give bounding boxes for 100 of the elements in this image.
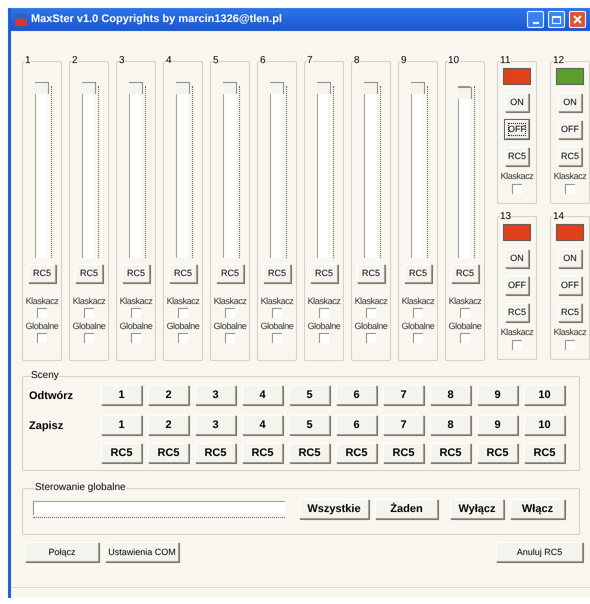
push-button[interactable]: 1 — [101, 385, 142, 405]
push-button[interactable]: RC5 — [430, 443, 471, 463]
slider-thumb[interactable] — [223, 82, 237, 94]
vertical-slider[interactable] — [221, 82, 243, 260]
checkbox[interactable] — [178, 308, 188, 318]
vertical-slider[interactable] — [174, 82, 196, 260]
vertical-slider[interactable] — [315, 82, 337, 260]
vertical-slider[interactable] — [33, 82, 55, 260]
checkbox[interactable] — [412, 333, 423, 343]
push-button[interactable]: RC5 — [357, 264, 385, 283]
push-button[interactable]: RC5 — [451, 264, 479, 283]
slider-thumb[interactable] — [129, 82, 143, 94]
push-button[interactable]: RC5 — [101, 443, 142, 463]
push-button[interactable]: OFF — [558, 276, 582, 294]
checkbox[interactable] — [224, 308, 235, 318]
push-button[interactable]: OFF — [505, 120, 529, 139]
push-button[interactable]: 7 — [383, 415, 424, 435]
checkbox[interactable] — [565, 340, 575, 350]
checkbox[interactable] — [318, 333, 329, 343]
vertical-slider[interactable] — [409, 82, 431, 260]
push-button[interactable]: 3 — [195, 385, 236, 405]
push-button[interactable]: 6 — [336, 385, 377, 405]
push-button[interactable]: 10 — [524, 385, 565, 405]
push-button[interactable]: RC5 — [336, 443, 377, 463]
checkbox[interactable] — [512, 340, 522, 350]
push-button[interactable]: Włącz — [510, 499, 565, 519]
push-button[interactable]: OFF — [505, 276, 529, 294]
push-button[interactable]: RC5 — [263, 264, 291, 283]
push-button[interactable]: Wyłącz — [450, 499, 504, 519]
push-button[interactable]: 9 — [477, 385, 518, 405]
maximize-icon[interactable] — [548, 11, 565, 28]
close-icon[interactable] — [569, 11, 586, 28]
push-button[interactable]: 10 — [524, 415, 565, 435]
slider-thumb[interactable] — [317, 82, 331, 94]
push-button[interactable]: Połącz — [25, 542, 99, 562]
push-button[interactable]: 5 — [289, 385, 330, 405]
slider-thumb[interactable] — [458, 86, 472, 99]
push-button[interactable]: RC5 — [216, 264, 244, 283]
slider-thumb[interactable] — [82, 82, 96, 94]
push-button[interactable]: RC5 — [524, 443, 565, 463]
push-button[interactable]: Wszystkie — [299, 499, 369, 519]
push-button[interactable]: RC5 — [310, 264, 338, 283]
push-button[interactable]: RC5 — [28, 264, 56, 283]
push-button[interactable]: OFF — [558, 120, 582, 139]
push-button[interactable]: 4 — [242, 385, 283, 405]
slider-thumb[interactable] — [270, 82, 284, 94]
push-button[interactable]: RC5 — [195, 443, 236, 463]
checkbox[interactable] — [84, 333, 94, 343]
push-button[interactable]: 2 — [148, 415, 189, 435]
push-button[interactable]: 3 — [195, 415, 236, 435]
push-button[interactable]: 9 — [477, 415, 518, 435]
checkbox[interactable] — [512, 184, 522, 194]
push-button[interactable]: Ustawienia COM — [105, 542, 179, 562]
checkbox[interactable] — [36, 333, 47, 343]
push-button[interactable]: RC5 — [148, 443, 189, 463]
checkbox[interactable] — [366, 308, 376, 318]
push-button[interactable]: 4 — [242, 415, 283, 435]
push-button[interactable]: 8 — [430, 415, 471, 435]
slider-thumb[interactable] — [411, 82, 425, 94]
push-button[interactable]: ON — [505, 93, 529, 112]
push-button[interactable]: 8 — [430, 385, 471, 405]
push-button[interactable]: 6 — [336, 415, 377, 435]
checkbox[interactable] — [130, 308, 141, 318]
push-button[interactable]: RC5 — [383, 443, 424, 463]
checkbox[interactable] — [178, 333, 188, 343]
vertical-slider[interactable] — [80, 82, 102, 260]
push-button[interactable]: RC5 — [289, 443, 330, 463]
checkbox[interactable] — [272, 333, 282, 343]
push-button[interactable]: 1 — [101, 415, 142, 435]
checkbox[interactable] — [460, 308, 470, 318]
push-button[interactable]: ON — [505, 248, 529, 268]
slider-thumb[interactable] — [364, 82, 378, 94]
push-button[interactable]: 7 — [383, 385, 424, 405]
checkbox[interactable] — [565, 184, 575, 194]
checkbox[interactable] — [130, 333, 141, 343]
checkbox[interactable] — [366, 333, 376, 343]
vertical-slider[interactable] — [268, 82, 290, 260]
push-button[interactable]: RC5 — [505, 147, 529, 166]
checkbox[interactable] — [84, 308, 94, 318]
push-button[interactable]: RC5 — [477, 443, 518, 463]
push-button[interactable]: ON — [558, 93, 582, 112]
checkbox[interactable] — [460, 333, 470, 343]
minimize-icon[interactable] — [527, 11, 544, 28]
push-button[interactable]: RC5 — [505, 302, 529, 322]
checkbox[interactable] — [318, 308, 329, 318]
slider-thumb[interactable] — [35, 82, 49, 94]
push-button[interactable]: RC5 — [75, 264, 103, 283]
slider-thumb[interactable] — [33, 501, 37, 515]
horizontal-slider[interactable] — [33, 499, 285, 519]
push-button[interactable]: RC5 — [558, 147, 582, 166]
push-button[interactable]: RC5 — [122, 264, 150, 283]
checkbox[interactable] — [36, 308, 47, 318]
push-button[interactable]: RC5 — [558, 302, 582, 322]
push-button[interactable]: ON — [558, 248, 582, 268]
vertical-slider[interactable] — [127, 82, 149, 260]
push-button[interactable]: RC5 — [242, 443, 283, 463]
checkbox[interactable] — [272, 308, 282, 318]
checkbox[interactable] — [412, 308, 423, 318]
push-button[interactable]: Żaden — [375, 499, 438, 519]
push-button[interactable]: 5 — [289, 415, 330, 435]
